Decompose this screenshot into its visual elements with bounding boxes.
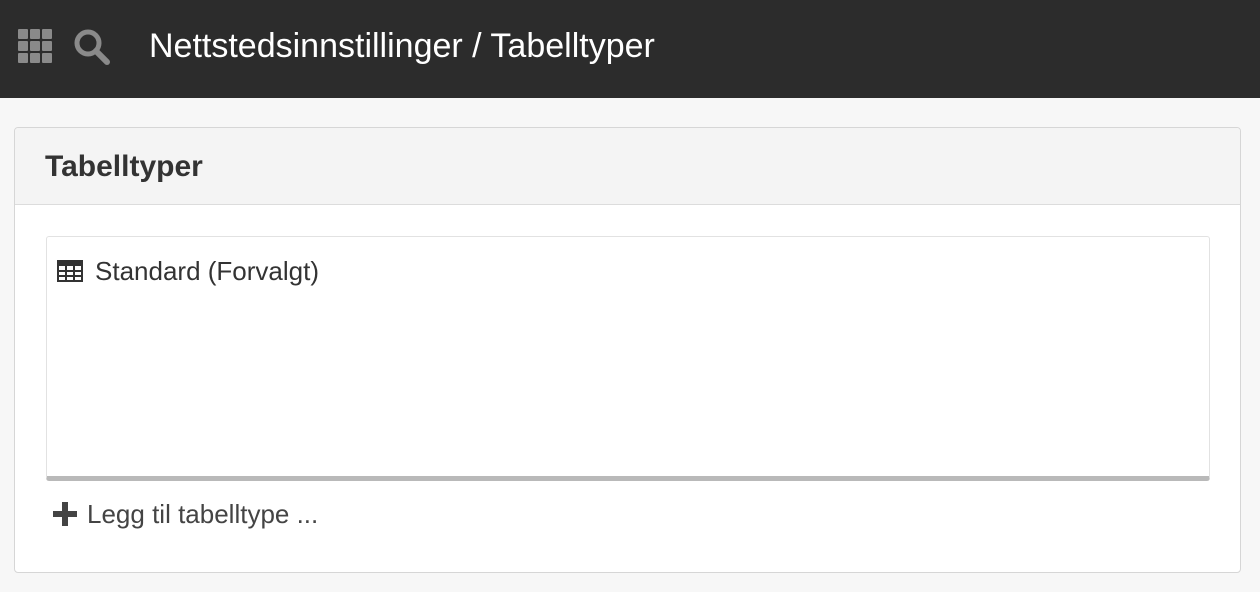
table-icon <box>57 260 83 282</box>
top-bar: Nettstedsinnstillinger / Tabelltyper <box>0 0 1260 98</box>
page-title: Nettstedsinnstillinger / Tabelltyper <box>149 27 655 65</box>
panel-header: Tabelltyper <box>15 128 1240 205</box>
panel-title: Tabelltyper <box>45 150 203 183</box>
apps-grid-icon[interactable] <box>18 29 52 63</box>
list-item-label: Standard (Forvalgt) <box>95 256 319 286</box>
table-types-list[interactable]: Standard (Forvalgt) <box>46 236 1210 481</box>
add-table-type-label: Legg til tabelltype ... <box>87 499 319 529</box>
list-item[interactable]: Standard (Forvalgt) <box>57 255 319 287</box>
plus-icon <box>53 502 77 526</box>
search-icon[interactable] <box>72 27 112 67</box>
add-table-type-button[interactable]: Legg til tabelltype ... <box>53 496 318 532</box>
table-types-panel: Tabelltyper Standard (Forvalgt) Legg til… <box>14 127 1241 573</box>
